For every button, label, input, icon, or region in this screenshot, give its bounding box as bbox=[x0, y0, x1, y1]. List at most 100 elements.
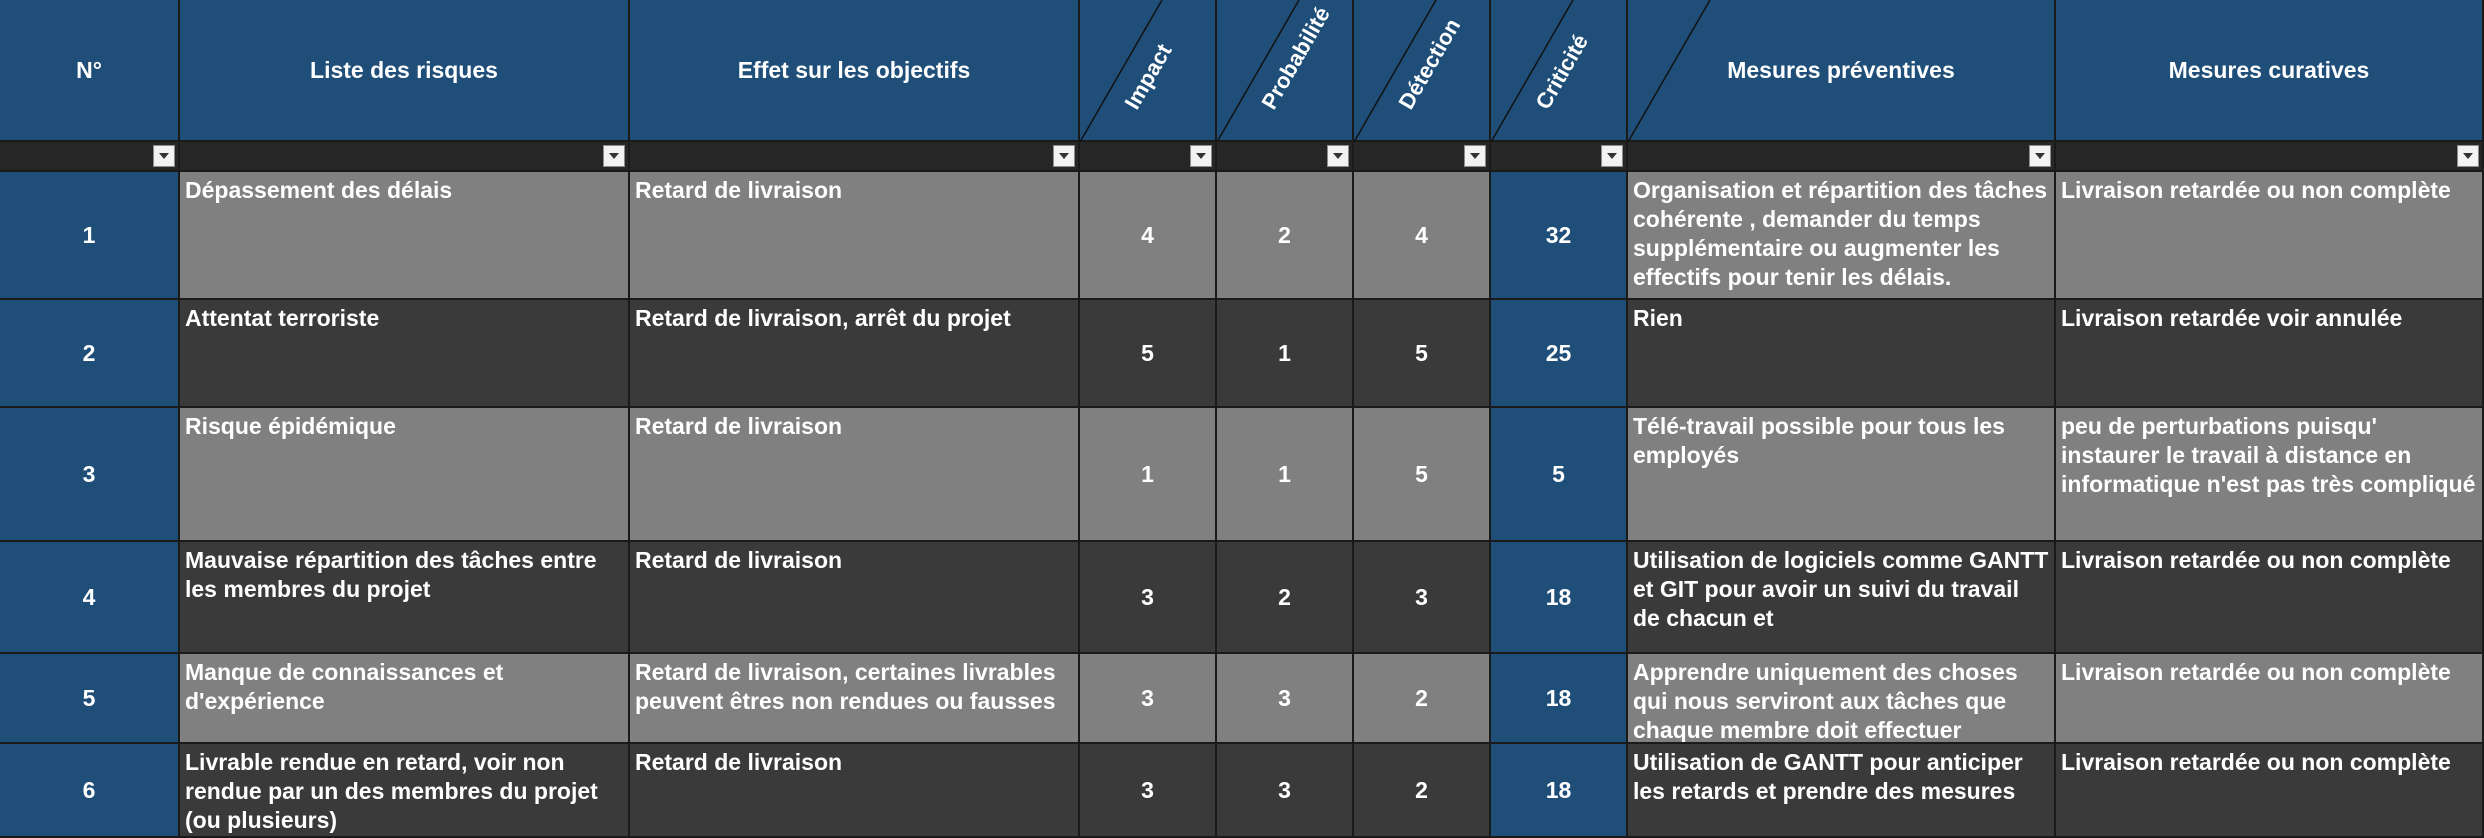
cell-text: Livraison retardée ou non complète bbox=[2061, 547, 2451, 573]
filter-cell-preventives bbox=[1628, 142, 2056, 172]
row-1-effet[interactable]: Retard de livraison bbox=[630, 172, 1080, 300]
row-4-risques[interactable]: Mauvaise répartition des tâches entre le… bbox=[180, 542, 630, 654]
row-6-impact[interactable]: 3 bbox=[1080, 744, 1217, 838]
chevron-down-icon bbox=[1470, 153, 1480, 159]
row-2-risques[interactable]: Attentat terroriste bbox=[180, 300, 630, 408]
filter-dropdown-risques[interactable] bbox=[603, 145, 625, 167]
row-6-preventives[interactable]: Utilisation de GANTT pour anticiper les … bbox=[1628, 744, 2056, 838]
header-criticite[interactable]: Criticité bbox=[1491, 0, 1628, 142]
row-1-risques[interactable]: Dépassement des délais bbox=[180, 172, 630, 300]
row-1-probabilite[interactable]: 2 bbox=[1217, 172, 1354, 300]
cell-text: Retard de livraison bbox=[635, 177, 843, 203]
cell-value: 3 bbox=[1141, 583, 1154, 610]
filter-cell-effet bbox=[630, 142, 1080, 172]
cell-text: Livraison retardée ou non complète bbox=[2061, 659, 2451, 685]
row-4-criticite[interactable]: 18 bbox=[1491, 542, 1628, 654]
row-number: 6 bbox=[82, 776, 96, 803]
row-3-preventives[interactable]: Télé-travail possible pour tous les empl… bbox=[1628, 408, 2056, 542]
row-number: 4 bbox=[82, 583, 96, 610]
row-3-curatives[interactable]: peu de perturbations puisqu' instaurer l… bbox=[2056, 408, 2484, 542]
row-5-preventives[interactable]: Apprendre uniquement des choses qui nous… bbox=[1628, 654, 2056, 744]
chevron-down-icon bbox=[2463, 153, 2473, 159]
row-5-num[interactable]: 5 bbox=[0, 654, 180, 744]
row-1-preventives[interactable]: Organisation et répartition des tâches c… bbox=[1628, 172, 2056, 300]
header-effet[interactable]: Effet sur les objectifs bbox=[630, 0, 1080, 142]
header-label-impact: Impact bbox=[1119, 39, 1177, 114]
filter-dropdown-criticite[interactable] bbox=[1601, 145, 1623, 167]
cell-text: Utilisation de logiciels comme GANTT et … bbox=[1633, 547, 2049, 631]
header-detection[interactable]: Détection bbox=[1354, 0, 1491, 142]
header-curatives[interactable]: Mesures curatives bbox=[2056, 0, 2484, 142]
row-3-detection[interactable]: 5 bbox=[1354, 408, 1491, 542]
row-4-num[interactable]: 4 bbox=[0, 542, 180, 654]
header-num[interactable]: N° bbox=[0, 0, 180, 142]
row-1-curatives[interactable]: Livraison retardée ou non complète bbox=[2056, 172, 2484, 300]
cell-text: Retard de livraison bbox=[635, 547, 843, 573]
cell-text: Retard de livraison, arrêt du projet bbox=[635, 305, 1011, 331]
chevron-down-icon bbox=[1196, 153, 1206, 159]
cell-value: 2 bbox=[1415, 684, 1428, 711]
header-preventives[interactable]: Mesures préventives bbox=[1628, 0, 2056, 142]
row-5-impact[interactable]: 3 bbox=[1080, 654, 1217, 744]
row-1-detection[interactable]: 4 bbox=[1354, 172, 1491, 300]
header-label-risques: Liste des risques bbox=[310, 56, 498, 83]
row-2-num[interactable]: 2 bbox=[0, 300, 180, 408]
row-5-effet[interactable]: Retard de livraison, certaines livrables… bbox=[630, 654, 1080, 744]
row-5-probabilite[interactable]: 3 bbox=[1217, 654, 1354, 744]
row-6-risques[interactable]: Livrable rendue en retard, voir non rend… bbox=[180, 744, 630, 838]
filter-dropdown-impact[interactable] bbox=[1190, 145, 1212, 167]
cell-text: Retard de livraison, certaines livrables… bbox=[635, 659, 1056, 714]
row-6-num[interactable]: 6 bbox=[0, 744, 180, 838]
row-4-curatives[interactable]: Livraison retardée ou non complète bbox=[2056, 542, 2484, 654]
row-2-curatives[interactable]: Livraison retardée voir annulée bbox=[2056, 300, 2484, 408]
header-impact[interactable]: Impact bbox=[1080, 0, 1217, 142]
row-2-effet[interactable]: Retard de livraison, arrêt du projet bbox=[630, 300, 1080, 408]
cell-value: 1 bbox=[1141, 460, 1154, 487]
row-3-criticite[interactable]: 5 bbox=[1491, 408, 1628, 542]
row-1-num[interactable]: 1 bbox=[0, 172, 180, 300]
row-6-effet[interactable]: Retard de livraison bbox=[630, 744, 1080, 838]
row-3-num[interactable]: 3 bbox=[0, 408, 180, 542]
row-5-detection[interactable]: 2 bbox=[1354, 654, 1491, 744]
row-4-impact[interactable]: 3 bbox=[1080, 542, 1217, 654]
row-5-criticite[interactable]: 18 bbox=[1491, 654, 1628, 744]
row-6-curatives[interactable]: Livraison retardée ou non complète bbox=[2056, 744, 2484, 838]
row-3-impact[interactable]: 1 bbox=[1080, 408, 1217, 542]
row-4-probabilite[interactable]: 2 bbox=[1217, 542, 1354, 654]
row-2-criticite[interactable]: 25 bbox=[1491, 300, 1628, 408]
row-2-probabilite[interactable]: 1 bbox=[1217, 300, 1354, 408]
row-5-curatives[interactable]: Livraison retardée ou non complète bbox=[2056, 654, 2484, 744]
row-3-effet[interactable]: Retard de livraison bbox=[630, 408, 1080, 542]
cell-text: peu de perturbations puisqu' instaurer l… bbox=[2061, 413, 2476, 497]
row-6-detection[interactable]: 2 bbox=[1354, 744, 1491, 838]
header-risques[interactable]: Liste des risques bbox=[180, 0, 630, 142]
filter-cell-num bbox=[0, 142, 180, 172]
row-6-probabilite[interactable]: 3 bbox=[1217, 744, 1354, 838]
row-6-criticite[interactable]: 18 bbox=[1491, 744, 1628, 838]
row-1-criticite[interactable]: 32 bbox=[1491, 172, 1628, 300]
cell-text: Livrable rendue en retard, voir non rend… bbox=[185, 749, 598, 833]
filter-cell-risques bbox=[180, 142, 630, 172]
row-3-risques[interactable]: Risque épidémique bbox=[180, 408, 630, 542]
cell-value: 3 bbox=[1415, 583, 1428, 610]
cell-value: 32 bbox=[1545, 221, 1572, 248]
row-4-effet[interactable]: Retard de livraison bbox=[630, 542, 1080, 654]
row-2-preventives[interactable]: Rien bbox=[1628, 300, 2056, 408]
filter-dropdown-num[interactable] bbox=[153, 145, 175, 167]
header-probabilite[interactable]: Probabilité bbox=[1217, 0, 1354, 142]
cell-text: Risque épidémique bbox=[185, 413, 396, 439]
row-1-impact[interactable]: 4 bbox=[1080, 172, 1217, 300]
filter-dropdown-preventives[interactable] bbox=[2029, 145, 2051, 167]
filter-dropdown-curatives[interactable] bbox=[2457, 145, 2479, 167]
row-2-detection[interactable]: 5 bbox=[1354, 300, 1491, 408]
filter-dropdown-detection[interactable] bbox=[1464, 145, 1486, 167]
row-4-detection[interactable]: 3 bbox=[1354, 542, 1491, 654]
row-2-impact[interactable]: 5 bbox=[1080, 300, 1217, 408]
cell-text: Livraison retardée ou non complète bbox=[2061, 177, 2451, 203]
row-4-preventives[interactable]: Utilisation de logiciels comme GANTT et … bbox=[1628, 542, 2056, 654]
chevron-down-icon bbox=[1059, 153, 1069, 159]
row-5-risques[interactable]: Manque de connaissances et d'expérience bbox=[180, 654, 630, 744]
filter-dropdown-probabilite[interactable] bbox=[1327, 145, 1349, 167]
filter-dropdown-effet[interactable] bbox=[1053, 145, 1075, 167]
row-3-probabilite[interactable]: 1 bbox=[1217, 408, 1354, 542]
